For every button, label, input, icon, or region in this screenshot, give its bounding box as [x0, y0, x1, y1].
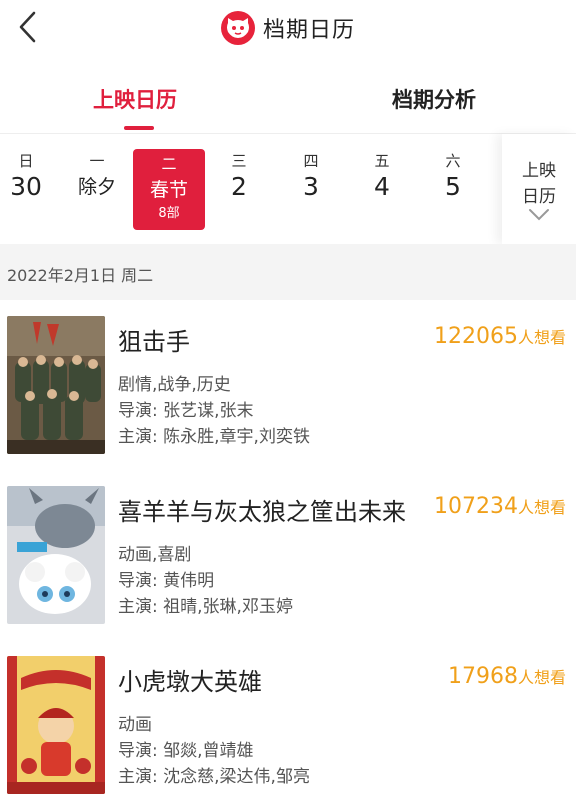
week-strip: 日 30 一 除夕 二 春节 8部 三 2 四 3 五 4 六 5 [0, 134, 576, 244]
day-cell[interactable]: 日 30 [0, 150, 56, 202]
brand: 档期日历 [0, 8, 576, 48]
movie-item[interactable]: 喜羊羊与灰太狼之筐出未来 107234人想看 动画,喜剧 导演: 黄伟明 主演:… [0, 470, 576, 640]
day-number: 4 [374, 172, 390, 201]
want-to-see: 107234人想看 [434, 494, 566, 519]
weekday-label: 二 [161, 155, 177, 173]
page-title: 档期日历 [262, 18, 355, 43]
want-label: 人想看 [517, 498, 566, 517]
want-label: 人想看 [517, 668, 566, 687]
movie-title: 小虎墩大英雄 [118, 668, 262, 696]
tab-bar: 上映日历 档期分析 [0, 70, 576, 132]
tab-active-indicator [124, 126, 154, 130]
movie-cast: 主演: 陈永胜,章宇,刘奕铁 [118, 427, 310, 447]
release-calendar-button[interactable]: 上映 日历 [502, 134, 576, 244]
movie-count: 8部 [158, 206, 180, 221]
day-cell[interactable]: 三 2 [209, 150, 269, 202]
cat-logo-icon [220, 11, 255, 45]
movie-genres: 动画 [118, 715, 152, 735]
movie-genres: 剧情,战争,历史 [118, 375, 231, 395]
day-number: 30 [10, 172, 42, 201]
day-number: 3 [303, 172, 319, 201]
movie-director: 导演: 黄伟明 [118, 571, 215, 591]
day-cell[interactable]: 四 3 [281, 150, 341, 202]
movie-item[interactable]: 小虎墩大英雄 17968人想看 动画 导演: 邹燚,曾靖雄 主演: 沈念慈,梁达… [0, 640, 576, 810]
want-count: 17968 [447, 664, 518, 689]
movie-genres: 动画,喜剧 [118, 545, 192, 565]
weekday-label: 日 [18, 152, 34, 170]
movie-item[interactable]: 狙击手 122065人想看 剧情,战争,历史 导演: 张艺谋,张末 主演: 陈永… [0, 300, 576, 470]
movie-poster[interactable] [7, 656, 105, 794]
calendar-button-label: 日历 [522, 187, 556, 207]
day-number: 5 [445, 172, 461, 201]
want-count: 107234 [434, 494, 518, 519]
day-cell[interactable]: 五 4 [352, 150, 412, 202]
movie-director: 导演: 张艺谋,张末 [118, 401, 254, 421]
weekday-label: 四 [303, 152, 319, 170]
movie-title: 喜羊羊与灰太狼之筐出未来 [118, 498, 406, 526]
want-to-see: 17968人想看 [448, 664, 566, 689]
calendar-button-label: 上映 [522, 161, 556, 181]
movie-poster[interactable] [7, 486, 105, 624]
date-label: 2022年2月1日 周二 [7, 266, 154, 285]
want-count: 122065 [434, 324, 518, 349]
day-number: 除夕 [77, 176, 116, 198]
day-number: 2 [231, 172, 247, 201]
movie-director: 导演: 邹燚,曾靖雄 [118, 741, 254, 761]
chevron-down-icon [529, 209, 549, 221]
tab-release-calendar[interactable]: 上映日历 [93, 84, 177, 114]
want-to-see: 122065人想看 [434, 324, 566, 349]
weekday-label: 三 [231, 152, 247, 170]
want-label: 人想看 [517, 328, 566, 347]
weekday-label: 五 [374, 152, 390, 170]
movie-cast: 主演: 沈念慈,梁达伟,邹亮 [118, 767, 310, 787]
top-bar: 档期日历 [0, 0, 576, 56]
day-number: 春节 [149, 179, 188, 201]
movie-cast: 主演: 祖晴,张琳,邓玉婷 [118, 597, 293, 617]
date-header: 2022年2月1日 周二 [0, 244, 576, 300]
movie-title: 狙击手 [118, 328, 190, 356]
tab-schedule-analysis[interactable]: 档期分析 [392, 84, 476, 114]
day-cell[interactable]: 一 除夕 [67, 150, 127, 202]
weekday-label: 六 [445, 152, 461, 170]
movie-poster[interactable] [7, 316, 105, 454]
weekday-label: 一 [89, 152, 105, 170]
day-cell-selected[interactable]: 二 春节 8部 [133, 149, 205, 230]
day-cell[interactable]: 六 5 [423, 150, 483, 202]
